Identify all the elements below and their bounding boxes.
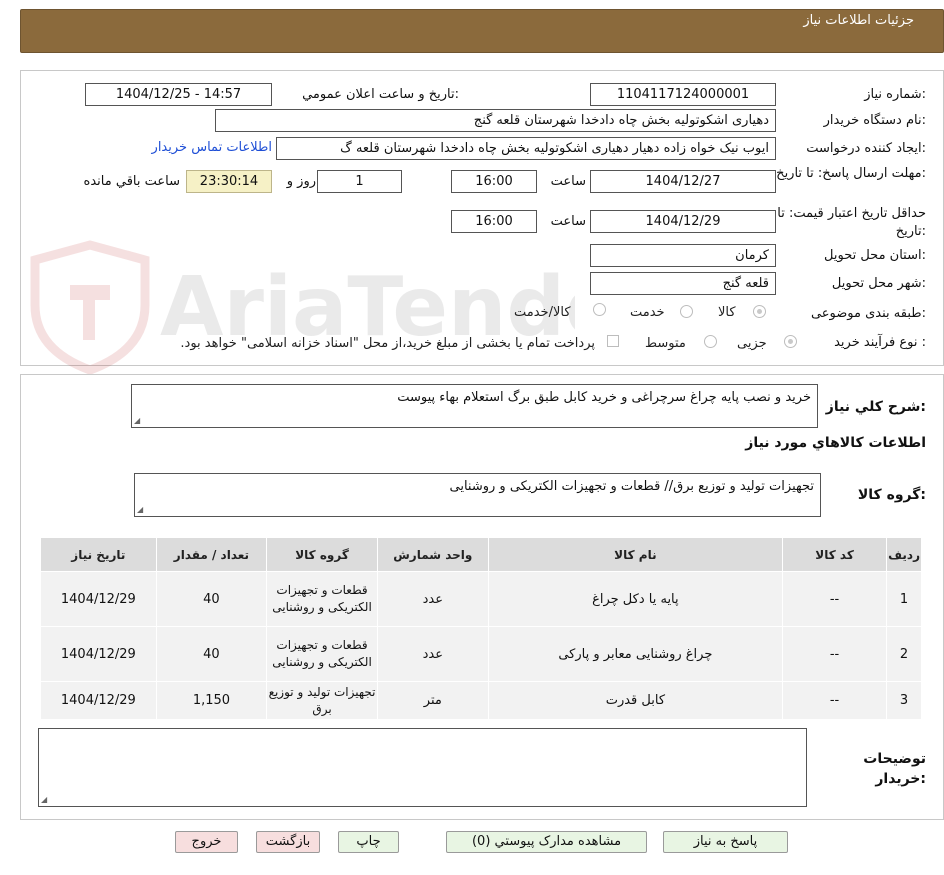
deadline-label: مهلت ارسال پاسخ: تا تاریخ: (776, 166, 926, 181)
cell-unit: متر (376, 681, 489, 720)
category-goods-service-label: کالا/خدمت (514, 305, 571, 320)
province-label: استان محل تحویل: (824, 248, 926, 263)
print-button[interactable]: چاپ (338, 831, 399, 853)
remaining-label: ساعت باقي مانده (83, 174, 180, 189)
description-label: شرح کلي نیاز: (825, 399, 926, 415)
col-name: نام کالا (487, 537, 784, 572)
creator-label: ایجاد کننده درخواست: (806, 141, 926, 156)
deadline-date-field: 1404/12/27 (590, 170, 776, 193)
goods-group-textarea[interactable]: تجهیزات تولید و توزیع برق// قطعات و تجهی… (134, 473, 821, 517)
description-text: خرید و نصب پایه چراغ سرچراغی و خرید کابل… (397, 390, 811, 405)
col-unit: واحد شمارش (376, 537, 489, 572)
category-radio-service[interactable] (680, 305, 693, 318)
items-section-title: اطلاعات کالاهاي مورد نیاز (745, 435, 926, 451)
cell-unit: عدد (376, 626, 489, 682)
category-radio-goods-service[interactable] (593, 303, 606, 316)
validity-time-field: 16:00 (451, 210, 537, 233)
buyer-notes-label: توضیحات خریدار: (863, 751, 926, 787)
cell-row: 1 (886, 571, 922, 627)
cell-group: تجهیزات تولید و توزیع برق (266, 681, 378, 720)
cell-qty: 40 (155, 626, 268, 682)
category-service-label: خدمت (630, 305, 665, 320)
resize-grip-icon: ◢ (137, 505, 144, 514)
city-label: شهر محل تحویل: (831, 276, 926, 291)
days-field: 1 (317, 170, 402, 193)
view-attachments-button[interactable]: مشاهده مدارک پیوستي (0) (446, 831, 647, 853)
cell-date: 1404/12/29 (40, 681, 157, 720)
cell-name: پایه یا دکل چراغ (487, 571, 784, 627)
exit-button[interactable]: خروج (175, 831, 238, 853)
need-number-label: شماره نیاز: (864, 87, 926, 102)
buyer-notes-textarea[interactable]: ◢ (38, 728, 807, 807)
need-number-field: 1104117124000001 (590, 83, 776, 106)
validity-time-label: ساعت (550, 214, 586, 229)
deadline-time-label: ساعت (550, 174, 586, 189)
buyer-org-label: نام دستگاه خریدار: (823, 113, 926, 128)
cell-row: 2 (886, 626, 922, 682)
goods-group-text: تجهیزات تولید و توزیع برق// قطعات و تجهی… (449, 479, 815, 494)
col-code: کد کالا (781, 537, 888, 572)
watermark-logo: AriaTender.neT (30, 240, 575, 375)
validity-date-field: 1404/12/29 (590, 210, 776, 233)
cell-code: -- (781, 681, 888, 720)
goods-group-label: گروه کالا: (857, 487, 926, 503)
description-textarea[interactable]: خرید و نصب پایه چراغ سرچراغی و خرید کابل… (131, 384, 818, 428)
days-label: روز و (286, 174, 316, 189)
table-row: 3 -- کابل قدرت متر تجهیزات تولید و توزیع… (40, 681, 922, 720)
announce-field: 1404/12/25 - 14:57 (85, 83, 272, 106)
process-radio-minor[interactable] (784, 335, 797, 348)
cell-code: -- (781, 571, 888, 627)
cell-row: 3 (886, 681, 922, 720)
city-field: قلعه گنج (590, 272, 776, 295)
page-title: جزئیات اطلاعات نیاز (803, 13, 914, 28)
back-button[interactable]: بازگشت (256, 831, 320, 853)
col-qty: تعداد / مقدار (155, 537, 268, 572)
table-header-row: ردیف کد کالا نام کالا واحد شمارش گروه کا… (40, 537, 922, 572)
remaining-time-field: 23:30:14 (186, 170, 272, 193)
buyer-org-field: دهیاری اشکوتولیه بخش چاه دادخدا شهرستان … (215, 109, 776, 132)
process-label: نوع فرآیند خرید : (834, 335, 926, 350)
resize-grip-icon: ◢ (41, 795, 48, 804)
cell-name: کابل قدرت (487, 681, 784, 720)
process-medium-label: متوسط (645, 336, 686, 351)
items-table: ردیف کد کالا نام کالا واحد شمارش گروه کا… (40, 537, 922, 720)
cell-unit: عدد (376, 571, 489, 627)
payment-treasury-checkbox[interactable] (607, 335, 619, 347)
payment-note: پرداخت تمام یا بخشی از مبلغ خرید،از محل … (180, 336, 595, 351)
cell-date: 1404/12/29 (40, 571, 157, 627)
reply-button[interactable]: پاسخ به نیاز (663, 831, 788, 853)
cell-name: چراغ روشنایی معابر و پارکی (487, 626, 784, 682)
category-radio-goods[interactable] (753, 305, 766, 318)
validity-label: حداقل تاریخ اعتبار قیمت: تا تاریخ: (777, 206, 926, 239)
cell-date: 1404/12/29 (40, 626, 157, 682)
resize-grip-icon: ◢ (134, 416, 141, 425)
province-field: کرمان (590, 244, 776, 267)
creator-field: ایوب نیک خواه زاده دهیار دهیاری اشکوتولی… (276, 137, 776, 160)
announce-label: تاریخ و ساعت اعلان عمومي: (302, 87, 459, 102)
col-group: گروه کالا (266, 537, 378, 572)
cell-group: قطعات و تجهیزات الکتریکی و روشنایی (266, 626, 378, 682)
process-radio-medium[interactable] (704, 335, 717, 348)
cell-group: قطعات و تجهیزات الکتریکی و روشنایی (266, 571, 378, 627)
table-row: 2 -- چراغ روشنایی معابر و پارکی عدد قطعا… (40, 626, 922, 682)
cell-qty: 1,150 (155, 681, 268, 720)
deadline-time-field: 16:00 (451, 170, 537, 193)
category-label: طبقه بندی موضوعی: (810, 306, 926, 321)
col-date: تاریخ نیاز (40, 537, 157, 572)
table-row: 1 -- پایه یا دکل چراغ عدد قطعات و تجهیزا… (40, 571, 922, 627)
col-row: ردیف (886, 537, 922, 572)
process-minor-label: جزیی (737, 336, 767, 351)
cell-code: -- (781, 626, 888, 682)
category-goods-label: کالا (718, 305, 736, 320)
cell-qty: 40 (155, 571, 268, 627)
contact-buyer-link[interactable]: اطلاعات تماس خریدار (152, 140, 272, 155)
